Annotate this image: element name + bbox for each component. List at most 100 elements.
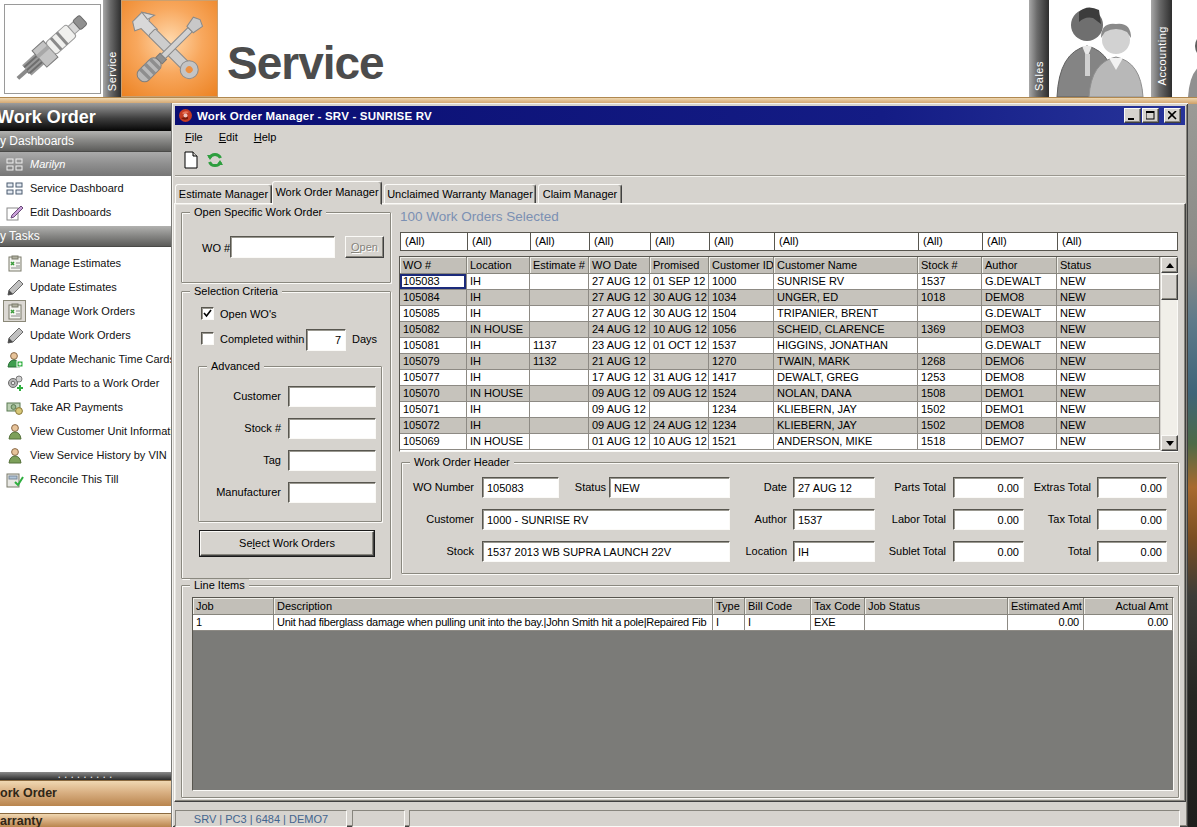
customer-input[interactable]: [288, 386, 376, 407]
sidebar-item-service-dashboard[interactable]: Service Dashboard: [0, 176, 171, 200]
filter-cell[interactable]: (All): [919, 233, 983, 250]
work-order-row[interactable]: 105070 IN HOUSE 09 AUG 12 09 AUG 12 1524…: [400, 386, 1160, 402]
completed-within-label: Completed within: [220, 333, 304, 345]
column-header[interactable]: Customer ID: [709, 257, 774, 274]
column-header[interactable]: Estimate #: [530, 257, 589, 274]
filter-cell[interactable]: (All): [710, 233, 775, 250]
sidebar-item-update-estimates[interactable]: Update Estimates: [0, 275, 171, 299]
open-button[interactable]: Open: [345, 236, 384, 258]
sublet-total-label: Sublet Total: [816, 545, 946, 557]
column-header[interactable]: WO #: [400, 257, 467, 274]
column-header[interactable]: Author: [982, 257, 1057, 274]
sidebar-section-tasks[interactable]: y Tasks: [0, 226, 171, 247]
menu-help[interactable]: Help: [248, 129, 283, 145]
work-order-row[interactable]: 105069 IN HOUSE 01 AUG 12 10 AUG 12 1521…: [400, 434, 1160, 450]
sidebar-item-reconcile-till[interactable]: Reconcile This Till: [0, 467, 171, 491]
new-document-icon[interactable]: [183, 151, 201, 169]
work-order-row[interactable]: 105082 IN HOUSE 24 AUG 12 10 AUG 12 1056…: [400, 322, 1160, 338]
filter-cell[interactable]: (All): [1058, 233, 1177, 250]
tab-work-order-manager[interactable]: Work Order Manager: [272, 181, 382, 205]
column-header[interactable]: WO Date: [589, 257, 650, 274]
filter-row[interactable]: (All)(All)(All)(All)(All)(All)(All)(All)…: [400, 232, 1178, 251]
sidebar-item-take-ar-payments[interactable]: Take AR Payments: [0, 395, 171, 419]
work-order-row[interactable]: 105083 IH 27 AUG 12 01 SEP 12 1000 SUNRI…: [400, 274, 1160, 290]
column-header[interactable]: Type: [713, 598, 745, 615]
tab-claim-manager[interactable]: Claim Manager: [538, 184, 622, 204]
grid-header-row[interactable]: WO # Location Estimate # WO Date Promise…: [400, 257, 1160, 274]
filter-cell[interactable]: (All): [590, 233, 651, 250]
nav-bar-work-order[interactable]: ork Order: [0, 780, 171, 806]
refresh-icon[interactable]: [206, 151, 224, 169]
work-order-row[interactable]: 105081 IH 1137 23 AUG 12 01 OCT 12 1537 …: [400, 338, 1160, 354]
column-header[interactable]: Actual Amt: [1084, 598, 1173, 615]
close-button[interactable]: [1164, 108, 1181, 123]
filter-cell[interactable]: (All): [775, 233, 919, 250]
open-wos-checkbox[interactable]: [201, 307, 214, 320]
column-header[interactable]: Location: [467, 257, 530, 274]
filter-cell[interactable]: (All): [531, 233, 590, 250]
completed-within-checkbox[interactable]: [201, 332, 214, 345]
sidebar-item-view-customer-unit-info[interactable]: View Customer Unit Informati: [0, 419, 171, 443]
work-order-row[interactable]: 105071 IH 09 AUG 12 1234 KLIEBERN, JAY 1…: [400, 402, 1160, 418]
column-header[interactable]: Status: [1057, 257, 1160, 274]
column-header[interactable]: Tax Code: [811, 598, 865, 615]
line-items-table[interactable]: Job Description Type Bill Code Tax Code …: [192, 597, 1174, 791]
tools-icon[interactable]: [121, 0, 218, 97]
line-item-row[interactable]: 1 Unit had fiberglass damage when pullin…: [193, 615, 1173, 631]
tab-service-vertical[interactable]: Service: [103, 0, 121, 97]
sidebar-item-manage-work-orders[interactable]: Manage Work Orders: [0, 299, 171, 323]
tax-total-field[interactable]: 0.00: [1097, 509, 1167, 530]
minimize-button[interactable]: [1124, 108, 1141, 123]
scroll-up-button[interactable]: [1161, 257, 1178, 273]
work-order-row[interactable]: 105079 IH 1132 21 AUG 12 1270 TWAIN, MAR…: [400, 354, 1160, 370]
sidebar-item-add-parts[interactable]: Add Parts to a Work Order: [0, 371, 171, 395]
scroll-down-button[interactable]: [1161, 435, 1178, 451]
sidebar-item-marilyn[interactable]: Marilyn: [0, 152, 171, 176]
work-order-row[interactable]: 105072 IH 09 AUG 12 24 AUG 12 1234 KLIEB…: [400, 418, 1160, 434]
sidebar-item-manage-estimates[interactable]: Manage Estimates: [0, 251, 171, 275]
tab-estimate-manager[interactable]: Estimate Manager: [175, 184, 272, 204]
stock-number-input[interactable]: [288, 418, 376, 439]
tag-input[interactable]: [288, 450, 376, 471]
extras-total-field[interactable]: 0.00: [1097, 477, 1167, 498]
maximize-button[interactable]: [1142, 108, 1159, 123]
work-order-row[interactable]: 105084 IH 27 AUG 12 30 AUG 12 1034 UNGER…: [400, 290, 1160, 306]
scrollbar-thumb[interactable]: [1161, 274, 1178, 300]
work-order-row[interactable]: 105077 IH 17 AUG 12 31 AUG 12 1417 DEWAL…: [400, 370, 1160, 386]
filter-cell[interactable]: (All): [983, 233, 1058, 250]
line-items-header-row[interactable]: Job Description Type Bill Code Tax Code …: [193, 598, 1173, 615]
total-field[interactable]: 0.00: [1097, 541, 1167, 562]
days-input[interactable]: 7: [306, 329, 346, 351]
filter-cell[interactable]: (All): [401, 233, 468, 250]
sidebar-item-view-service-history[interactable]: View Service History by VIN: [0, 443, 171, 467]
nav-bar-warranty[interactable]: arranty: [0, 813, 171, 827]
sidebar-item-edit-dashboards[interactable]: Edit Dashboards: [0, 200, 171, 224]
tab-sales-vertical[interactable]: Sales: [1029, 0, 1049, 97]
filter-cell[interactable]: (All): [651, 233, 710, 250]
sidebar-section-dashboards[interactable]: y Dashboards: [0, 131, 171, 152]
manufacturer-input[interactable]: [288, 482, 376, 503]
column-header[interactable]: Bill Code: [745, 598, 811, 615]
column-header[interactable]: Stock #: [918, 257, 982, 274]
tab-unclaimed-warranty-manager[interactable]: Unclaimed Warranty Manager: [384, 184, 536, 204]
sidebar-item-update-work-orders[interactable]: Update Work Orders: [0, 323, 171, 347]
wo-number-input[interactable]: [230, 236, 335, 258]
splitter-handle[interactable]: .........: [0, 772, 171, 780]
menu-edit[interactable]: Edit: [213, 129, 244, 145]
column-header[interactable]: Customer Name: [774, 257, 918, 274]
column-header[interactable]: Estimated Amt: [1008, 598, 1084, 615]
column-header[interactable]: Promised: [650, 257, 709, 274]
menu-file[interactable]: File: [179, 129, 209, 145]
tab-accounting-vertical[interactable]: Accounting: [1151, 0, 1172, 97]
vertical-scrollbar[interactable]: [1160, 257, 1177, 451]
column-header[interactable]: Description: [274, 598, 713, 615]
work-orders-grid[interactable]: WO # Location Estimate # WO Date Promise…: [399, 256, 1178, 452]
select-work-orders-button[interactable]: Select Work Orders: [200, 531, 374, 556]
title-bar[interactable]: Work Order Manager - SRV - SUNRISE RV: [175, 106, 1185, 125]
work-order-row[interactable]: 105085 IH 27 AUG 12 30 AUG 12 1504 TRIPA…: [400, 306, 1160, 322]
filter-cell[interactable]: (All): [468, 233, 531, 250]
column-header[interactable]: Job Status: [865, 598, 1008, 615]
column-header[interactable]: Job: [193, 598, 274, 615]
sidebar-item-update-mechanic-time-cards[interactable]: Update Mechanic Time Cards: [0, 347, 171, 371]
sales-people-icon[interactable]: [1049, 0, 1151, 97]
